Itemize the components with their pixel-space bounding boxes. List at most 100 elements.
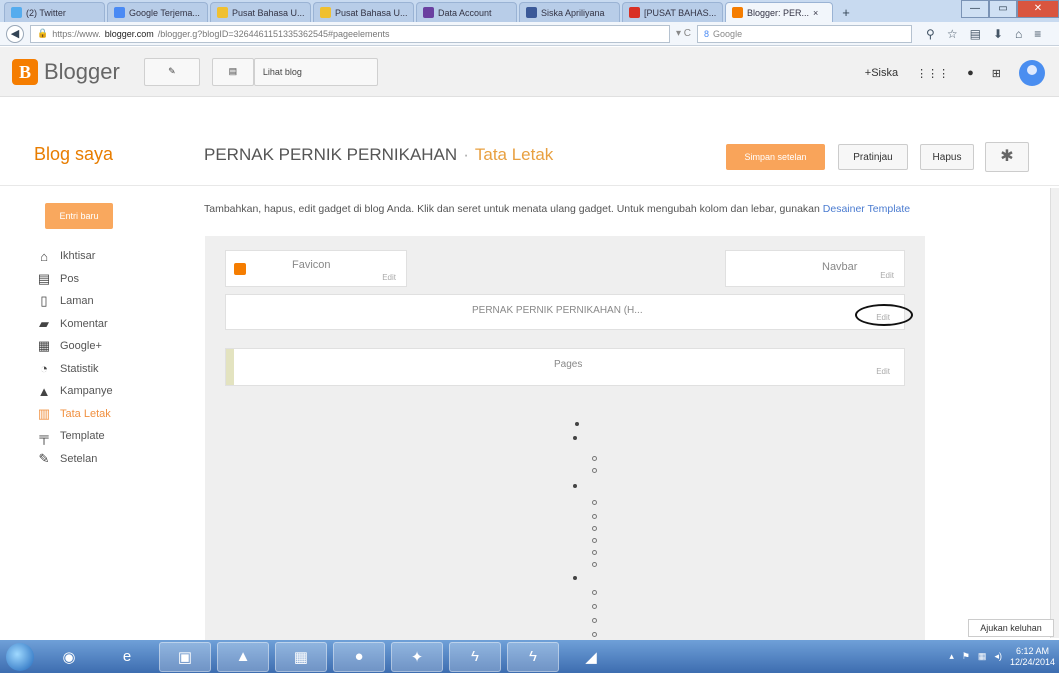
navbar-gadget[interactable]: Navbar Edit (725, 250, 905, 287)
taskbar-app-icon[interactable]: ◉ (43, 642, 95, 672)
gear-icon[interactable]: ✱ (985, 142, 1029, 172)
browser-tab[interactable]: Google Terjema... (107, 2, 208, 22)
close-tab-icon[interactable]: × (813, 8, 818, 18)
taskbar-app-icon[interactable]: ϟ (449, 641, 501, 672)
download-icon[interactable]: ⬇ (993, 27, 1003, 41)
new-post-pencil-button[interactable]: ✎ (143, 57, 200, 86)
browser-tab[interactable]: Siska Apriliyana (519, 2, 620, 22)
browser-tab[interactable]: Pusat Bahasa U... (313, 2, 414, 22)
taskbar-app-icon[interactable]: ▲ (217, 641, 269, 672)
header-gadget[interactable]: PERNAK PERNIK PERNIKAHAN (H... Edit (225, 294, 905, 330)
bookmarks-icon[interactable]: ▤ (970, 27, 981, 41)
browser-tab[interactable]: (2) Twitter (4, 2, 105, 22)
delete-button[interactable]: Hapus (920, 144, 974, 170)
back-arrow-icon[interactable]: ◀ (6, 24, 24, 43)
pages-edit-link[interactable]: Edit (876, 367, 890, 376)
minimize-button[interactable]: — (961, 0, 989, 18)
clock[interactable]: 6:12 AM 12/24/2014 (1010, 646, 1055, 668)
save-arrangement-button[interactable]: Simpan setelan (726, 144, 825, 170)
browser-tab-strip: (2) Twitter Google Terjema... Pusat Bahasa… (0, 0, 1059, 22)
posts-list-button[interactable]: ▤ (211, 57, 254, 86)
sidebar-item-label: Kampanye (60, 385, 113, 398)
new-tab-button[interactable]: + (835, 4, 857, 22)
sidebar-item-pos[interactable]: ▤ Pos (36, 268, 186, 291)
navbar-edit-link[interactable]: Edit (880, 271, 894, 280)
view-blog-button[interactable]: Lihat blog (253, 57, 378, 86)
sidebar-item-statistik[interactable]: ◔ Statistik (36, 358, 186, 381)
taskbar-app-icon[interactable]: e (101, 642, 153, 672)
pencil-icon: ✎ (168, 66, 176, 76)
taskbar-app-icon[interactable]: ✦ (391, 641, 443, 672)
network-icon[interactable]: ▦ (978, 651, 987, 662)
favicon-gadget[interactable]: Favicon Edit (225, 250, 407, 287)
pages-gadget[interactable]: Pages Edit (225, 348, 905, 386)
user-link[interactable]: +Siska (865, 67, 898, 79)
comment-icon: ▰ (39, 315, 49, 331)
drag-handle[interactable] (226, 349, 234, 385)
search-icon[interactable]: ⚲ (926, 27, 935, 41)
layout-icon: ▥ (37, 405, 51, 421)
feedback-button[interactable]: Ajukan keluhan (968, 619, 1054, 637)
sidebar-item-template[interactable]: ╤ Template (36, 425, 186, 448)
sidebar-item-label: Ikhtisar (60, 250, 96, 263)
trail-dot (592, 550, 597, 555)
blogger-logo[interactable]: B Blogger (12, 58, 120, 85)
browser-tab-label: Blogger: PER... (747, 7, 810, 18)
bookmark-star-icon[interactable]: ☆ (947, 27, 958, 41)
trail-dot (592, 538, 597, 543)
favicon-edit-link[interactable]: Edit (382, 273, 396, 282)
browser-tab[interactable]: Pusat Bahasa U... (210, 2, 311, 22)
share-icon[interactable]: ⊞ (992, 67, 1001, 80)
sidebar-item-kampanye[interactable]: ▲ Kampanye (36, 380, 186, 403)
maximize-button[interactable]: ▭ (989, 0, 1017, 18)
url-domain: blogger.com (104, 28, 154, 39)
flag-icon[interactable]: ⚑ (962, 651, 970, 662)
menu-icon[interactable]: ≡ (1034, 27, 1041, 41)
sidebar-item-tata-letak[interactable]: ▥ Tata Letak (36, 403, 186, 426)
campaign-icon: ▲ (37, 383, 51, 399)
windows-taskbar: ◉ e ▣ ▲ ▦ ● ✦ ϟ ϟ ◢ ▴ ⚑ ▦ ◂) 6:12 AM 12/24/2014 (0, 640, 1059, 673)
header-gadget-label: PERNAK PERNIK PERNIKAHAN (H... (472, 305, 643, 316)
taskbar-app-icon[interactable]: ◢ (565, 642, 617, 672)
blogger-favicon-icon (234, 263, 246, 275)
system-tray: ▴ ⚑ ▦ ◂) 6:12 AM 12/24/2014 (949, 640, 1055, 673)
home-icon[interactable]: ⌂ (1015, 27, 1022, 41)
sidebar-item-laman[interactable]: ▯ Laman (36, 290, 186, 313)
new-post-button[interactable]: Entri baru (45, 203, 113, 229)
taskbar-app-icon[interactable]: ▦ (275, 641, 327, 672)
taskbar-app-icon[interactable]: ϟ (507, 641, 559, 672)
browser-tab-label: Pusat Bahasa U... (335, 7, 408, 18)
browser-tab[interactable]: [PUSAT BAHAS... (622, 2, 723, 22)
taskbar-app-icon[interactable]: ● (333, 641, 385, 672)
volume-icon[interactable]: ◂) (994, 651, 1002, 662)
sidebar-item-google[interactable]: ▦ Google+ (36, 335, 186, 358)
search-input[interactable]: 8 Google (697, 24, 913, 43)
sidebar-item-setelan[interactable]: ✎ Setelan (36, 448, 186, 471)
trail-dot (592, 618, 597, 623)
taskbar-app-icon[interactable]: ▣ (159, 641, 211, 672)
reload-icon[interactable]: ▾ C (676, 28, 691, 39)
window-controls: — ▭ ✕ (961, 0, 1059, 18)
address-bar[interactable]: 🔒 https://www. blogger.com/blogger.g?blog… (30, 24, 670, 43)
close-window-button[interactable]: ✕ (1017, 0, 1059, 18)
sidebar-item-komentar[interactable]: ▰ Komentar (36, 313, 186, 336)
pages-label: Pages (554, 359, 583, 370)
navbar-label: Navbar (822, 261, 858, 273)
page-scrollbar[interactable] (1050, 188, 1059, 638)
tray-show-hidden-icon[interactable]: ▴ (949, 651, 954, 662)
start-button[interactable] (0, 640, 40, 673)
notifications-icon[interactable]: ● (967, 67, 974, 79)
browser-tab[interactable]: Blogger: PER... × (725, 2, 833, 22)
trail-dot (592, 590, 597, 595)
sidebar-item-ikhtisar[interactable]: ⌂ Ikhtisar (36, 245, 186, 268)
apps-grid-icon[interactable]: ⋮⋮⋮ (916, 67, 949, 80)
my-blogs-link[interactable]: Blog saya (34, 144, 113, 165)
preview-button[interactable]: Pratinjau (838, 144, 908, 170)
browser-tab[interactable]: Data Account (416, 2, 517, 22)
trail-dot (575, 422, 579, 426)
page-title: PERNAK PERNIK PERNIKAHAN · Tata Letak (204, 145, 553, 165)
template-designer-link[interactable]: Desainer Template (823, 203, 910, 215)
lock-icon: 🔒 (37, 28, 49, 38)
sidebar-nav: ⌂ Ikhtisar ▤ Pos ▯ Laman ▰ Komentar ▦ Google+ ◔ Sta… (36, 245, 186, 470)
avatar[interactable] (1019, 60, 1045, 86)
